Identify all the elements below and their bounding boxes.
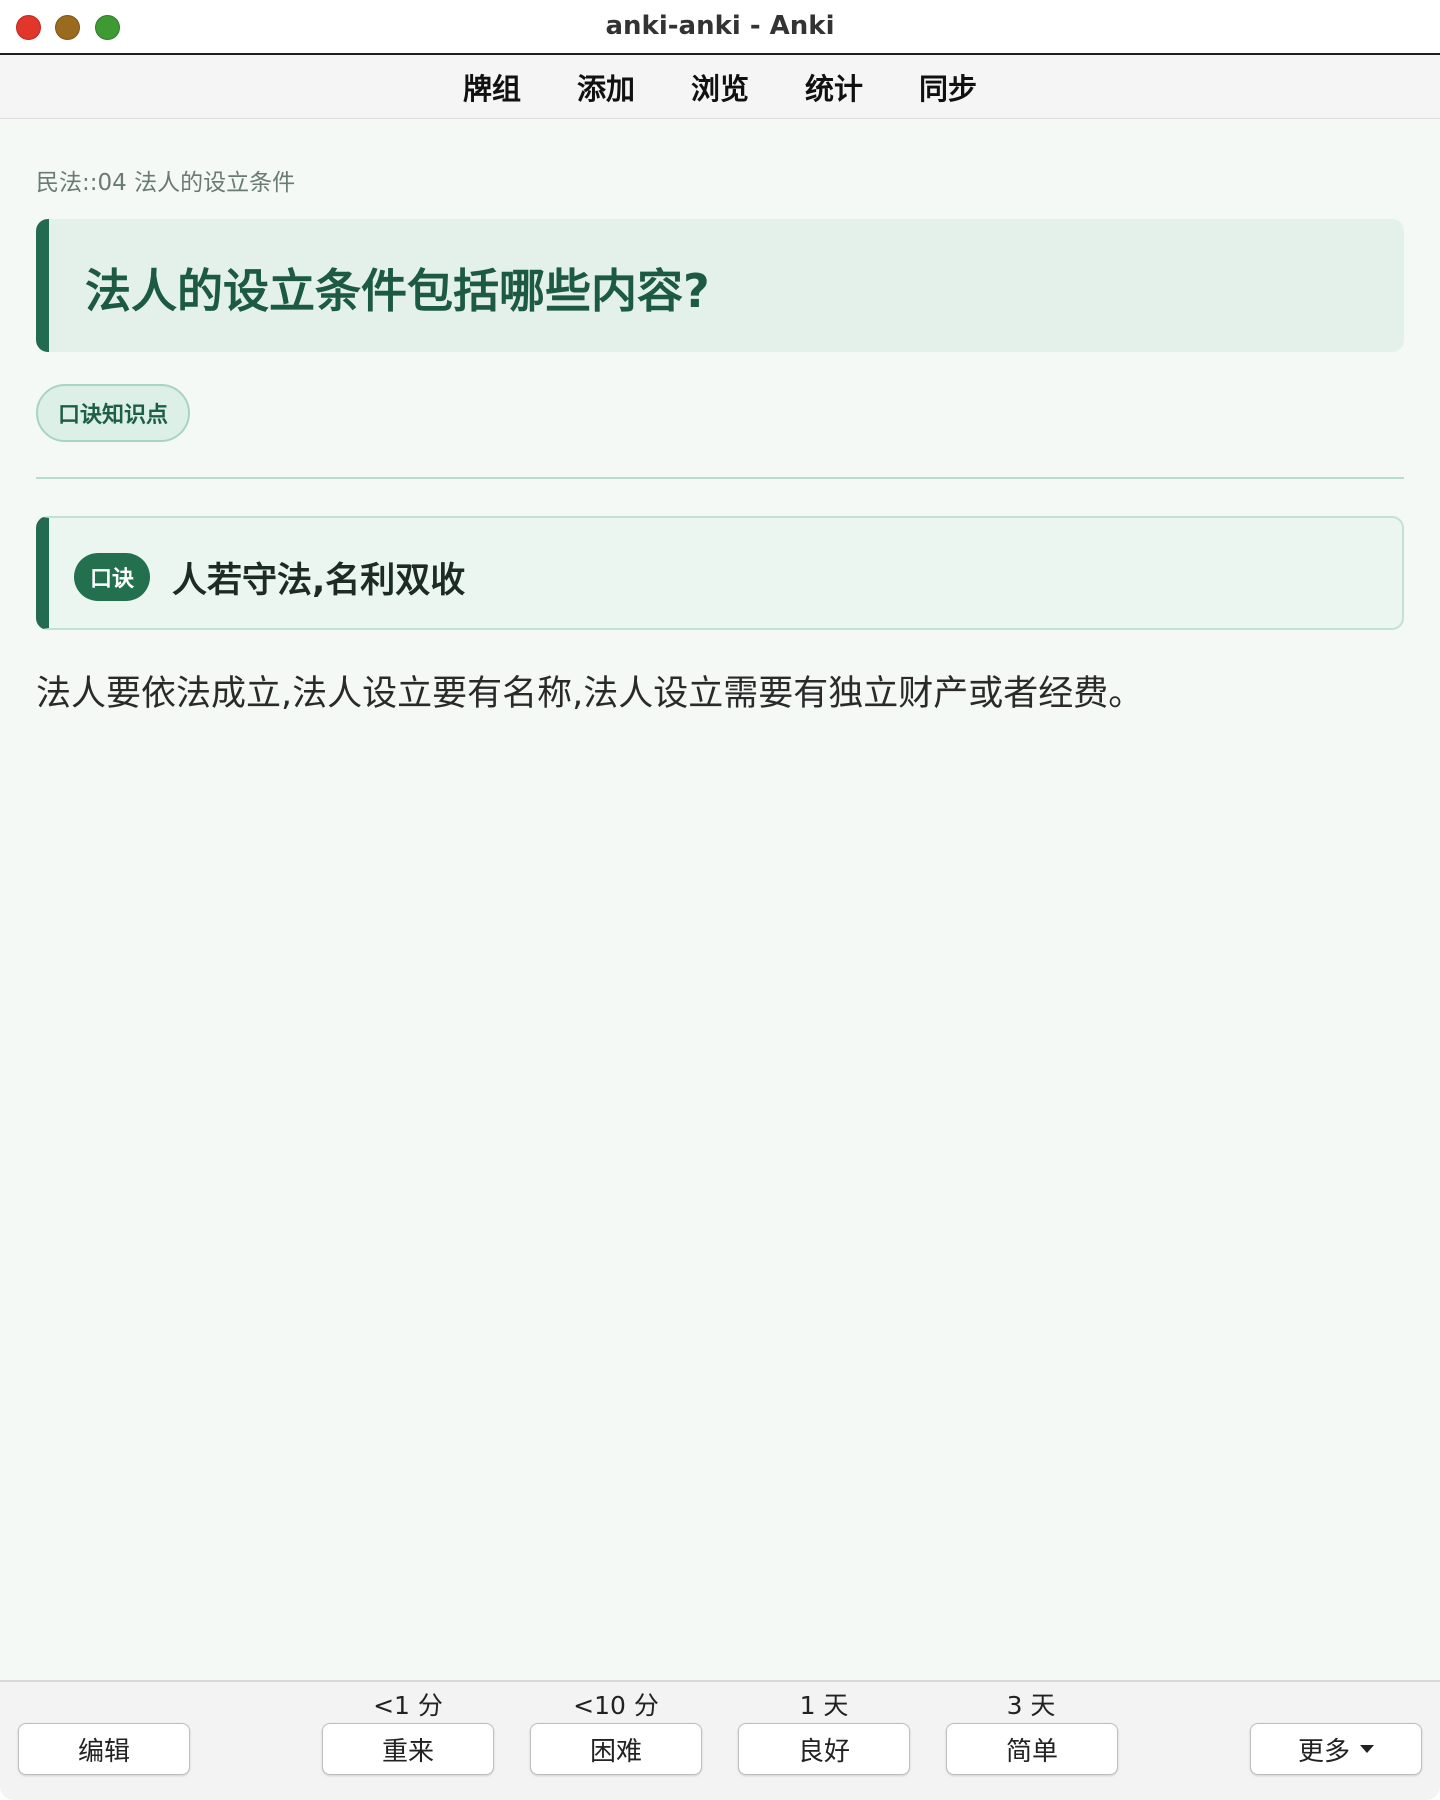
tag-pill: 口诀知识点 (36, 384, 191, 442)
main-toolbar: 牌组 添加 浏览 统计 同步 (0, 55, 1440, 119)
toolbar-stats[interactable]: 统计 (805, 66, 863, 108)
toolbar-browse[interactable]: 浏览 (691, 66, 749, 108)
hard-interval: <10 分 (573, 1691, 659, 1720)
anki-window: anki-anki - Anki 牌组 添加 浏览 统计 同步 民法::04 法… (0, 0, 1440, 1800)
easy-interval: 3 天 (1006, 1691, 1056, 1720)
good-interval: 1 天 (799, 1691, 849, 1720)
toolbar-add[interactable]: 添加 (577, 66, 635, 108)
toolbar-sync[interactable]: 同步 (919, 66, 977, 108)
explanation-text: 法人要依法成立,法人设立要有名称,法人设立需要有独立财产或者经费。 (36, 674, 1144, 714)
easy-button[interactable]: 简单 (946, 1723, 1118, 1775)
caret-down-icon (1360, 1745, 1374, 1753)
question-text: 法人的设立条件包括哪些内容? (85, 264, 710, 318)
mnemonic-badge: 口诀 (74, 553, 151, 601)
again-interval: <1 分 (373, 1691, 443, 1720)
answer-divider (36, 477, 1404, 479)
mnemonic-box: 口诀 人若守法,名利双收 (36, 516, 1404, 630)
again-button[interactable]: 重来 (322, 1723, 494, 1775)
deck-path: 民法::04 法人的设立条件 (36, 170, 296, 196)
question-box: 法人的设立条件包括哪些内容? (36, 219, 1404, 352)
edit-button[interactable]: 编辑 (18, 1723, 190, 1775)
window-title: anki-anki - Anki (605, 11, 835, 41)
hard-button[interactable]: 困难 (530, 1723, 702, 1775)
title-bar: anki-anki - Anki (0, 0, 1440, 55)
mnemonic-text: 人若守法,名利双收 (172, 561, 466, 601)
toolbar-decks[interactable]: 牌组 (463, 66, 521, 108)
more-button-label: 更多 (1297, 1736, 1350, 1767)
good-button[interactable]: 良好 (738, 1723, 910, 1775)
more-button[interactable]: 更多 (1250, 1723, 1422, 1775)
review-bottom-bar: 编辑 <1 分 重来 <10 分 困难 1 天 良好 3 天 简单 更多 (0, 1680, 1440, 1800)
